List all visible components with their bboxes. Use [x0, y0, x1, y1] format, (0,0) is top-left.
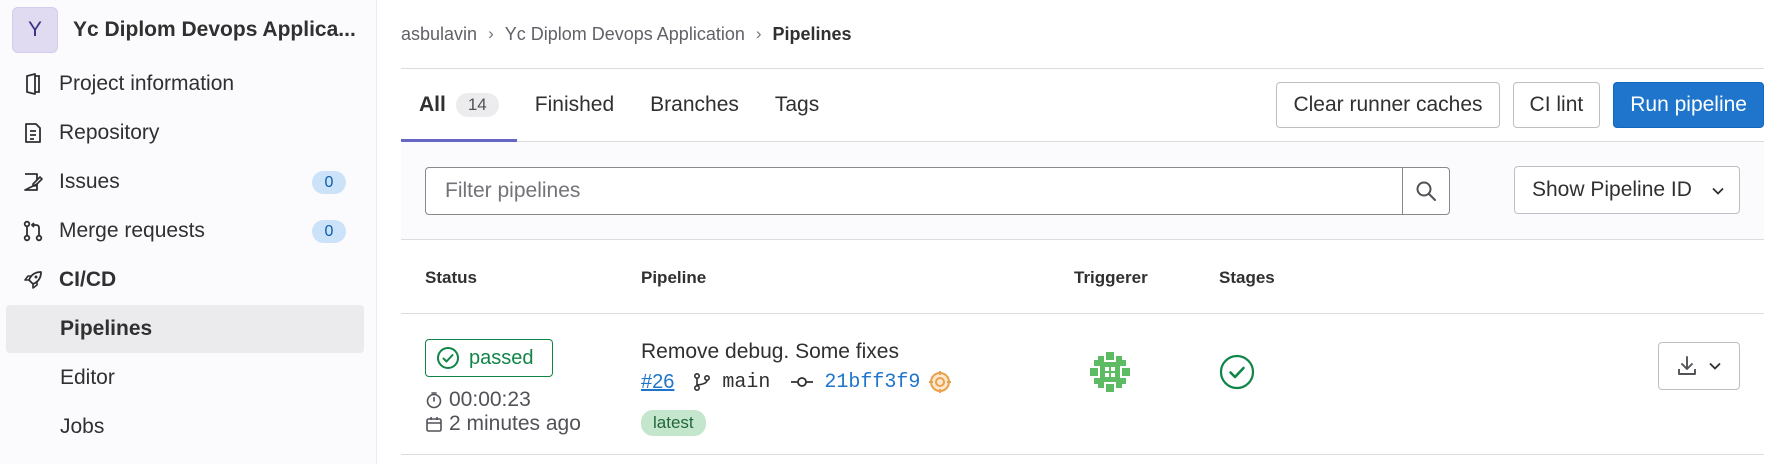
status-label: passed: [469, 346, 534, 369]
sidebar-item-label: CI/CD: [59, 268, 117, 291]
merge-requests-icon: [22, 220, 44, 242]
table-row: passed 00:00:23 2 minutes ago Remove deb…: [401, 314, 1764, 455]
tab-label: Tags: [774, 93, 820, 116]
sidebar-item-issues[interactable]: Issues 0: [6, 158, 364, 206]
sidebar-item-cicd[interactable]: CI/CD: [6, 256, 364, 304]
calendar-icon: [426, 417, 442, 432]
search-button[interactable]: [1402, 167, 1449, 214]
show-pipeline-id-dropdown[interactable]: Show Pipeline ID: [1514, 166, 1740, 214]
triggerer-avatar[interactable]: [1088, 350, 1132, 394]
run-pipeline-button[interactable]: Run pipeline: [1613, 82, 1764, 128]
sidebar-item-editor[interactable]: Editor: [6, 354, 364, 402]
breadcrumb-item-project[interactable]: Yc Diplom Devops Application: [505, 24, 745, 45]
pipeline-id-link[interactable]: #26: [641, 371, 674, 394]
project-information-icon: [22, 73, 44, 95]
pipeline-tabs: All 14 Finished Branches Tags Clear runn…: [401, 69, 1764, 142]
column-header-triggerer: Triggerer: [1074, 268, 1148, 287]
main-content: asbulavin › Yc Diplom Devops Application…: [377, 0, 1778, 464]
branch-icon: [694, 372, 711, 392]
repository-icon: [22, 122, 44, 144]
tab-label: All: [419, 93, 446, 116]
project-name[interactable]: Yc Diplom Devops Applica...: [73, 18, 363, 42]
ci-lint-button[interactable]: CI lint: [1512, 82, 1601, 128]
pipeline-actions: Clear runner caches CI lint Run pipeline: [1263, 82, 1764, 128]
project-avatar[interactable]: Y: [12, 7, 58, 53]
tab-count-badge: 14: [455, 93, 499, 117]
chevron-right-icon: ›: [488, 24, 494, 43]
tab-branches[interactable]: Branches: [632, 69, 757, 141]
chevron-down-icon: [1709, 362, 1721, 370]
download-icon: [1678, 356, 1696, 375]
issues-icon: [22, 171, 44, 193]
latest-badge: latest: [641, 410, 706, 436]
status-success-icon: [437, 347, 459, 369]
duration: 00:00:23: [425, 388, 531, 412]
sidebar: Y Yc Diplom Devops Applica... Project in…: [0, 0, 377, 464]
sidebar-item-label: Jobs: [60, 415, 105, 438]
finished-time: 2 minutes ago: [425, 412, 581, 436]
tab-label: Branches: [650, 93, 739, 116]
sidebar-nav: Project information Repository Issues 0: [0, 60, 376, 451]
breadcrumb: asbulavin › Yc Diplom Devops Application…: [401, 0, 1764, 69]
clear-runner-caches-button[interactable]: Clear runner caches: [1276, 82, 1500, 128]
column-header-stages: Stages: [1219, 268, 1275, 287]
pipeline-refs: #26 main 21bff3f9: [641, 370, 952, 394]
sidebar-item-label: Repository: [59, 121, 160, 144]
sidebar-item-label: Merge requests: [59, 219, 205, 242]
column-header-pipeline: Pipeline: [641, 268, 707, 287]
search-icon: [1416, 181, 1436, 201]
duration-value: 00:00:23: [449, 388, 531, 411]
sidebar-item-repository[interactable]: Repository: [6, 109, 364, 157]
chevron-right-icon: ›: [755, 24, 762, 43]
filter-bar: Show Pipeline ID: [401, 142, 1764, 240]
merge-requests-count-badge: 0: [312, 220, 346, 243]
download-artifacts-button[interactable]: [1658, 342, 1740, 390]
breadcrumb-current[interactable]: Pipelines: [773, 24, 852, 45]
chevron-down-icon: [1712, 187, 1724, 195]
sidebar-item-label: Project information: [59, 72, 235, 95]
branch-name[interactable]: main: [722, 371, 770, 394]
commit-icon: [791, 377, 814, 387]
finished-value: 2 minutes ago: [449, 412, 581, 435]
stage-passed-icon[interactable]: [1219, 354, 1255, 390]
dropdown-label: Show Pipeline ID: [1532, 178, 1692, 201]
filter-pipelines-input[interactable]: [426, 167, 1402, 214]
commit-sha-link[interactable]: 21bff3f9: [824, 371, 920, 394]
status-badge[interactable]: passed: [425, 339, 553, 377]
tab-finished[interactable]: Finished: [517, 69, 632, 141]
sidebar-item-merge-requests[interactable]: Merge requests 0: [6, 207, 364, 255]
sidebar-item-label: Pipelines: [60, 317, 153, 340]
commit-author-avatar[interactable]: [928, 370, 952, 394]
issues-count-badge: 0: [312, 171, 346, 194]
breadcrumb-item-namespace[interactable]: asbulavin: [401, 24, 477, 45]
filter-search-box: [425, 166, 1450, 215]
project-header[interactable]: Y Yc Diplom Devops Applica...: [0, 0, 376, 60]
sidebar-item-jobs[interactable]: Jobs: [6, 403, 364, 451]
tab-label: Finished: [534, 93, 615, 116]
sidebar-item-pipelines[interactable]: Pipelines: [6, 305, 364, 353]
sidebar-item-label: Issues: [59, 170, 120, 193]
timer-icon: [426, 392, 442, 409]
commit-title[interactable]: Remove debug. Some fixes: [641, 340, 899, 364]
tab-all[interactable]: All 14: [401, 69, 517, 142]
tab-tags[interactable]: Tags: [757, 69, 837, 141]
sidebar-item-label: Editor: [60, 366, 115, 389]
rocket-icon: [22, 269, 44, 291]
pipelines-table-header: Status Pipeline Triggerer Stages: [401, 240, 1764, 314]
sidebar-item-project-information[interactable]: Project information: [6, 60, 364, 108]
column-header-status: Status: [425, 268, 477, 287]
app: Y Yc Diplom Devops Applica... Project in…: [0, 0, 1778, 464]
